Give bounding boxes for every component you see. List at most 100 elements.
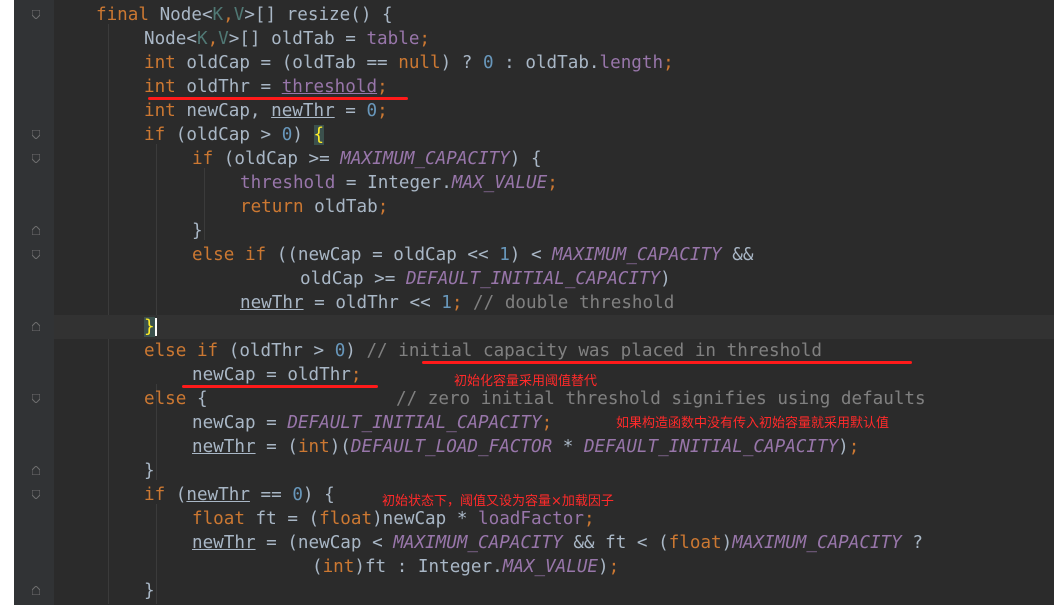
annotation-note: 如果构造函数中没有传入初始容量就采用默认值: [616, 416, 890, 431]
number: 1: [441, 293, 452, 313]
fold-marker-icon[interactable]: [32, 394, 40, 403]
variable: newThr: [192, 437, 256, 457]
type-parameter: V: [218, 29, 229, 49]
code-line[interactable]: }: [192, 219, 203, 243]
fold-end-icon[interactable]: [32, 586, 40, 595]
token: ;: [350, 365, 362, 385]
constant: DEFAULT_INITIAL_CAPACITY: [583, 437, 839, 457]
constant: MAXIMUM_CAPACITY: [340, 149, 510, 169]
code-line[interactable]: newCap = oldThr;: [192, 363, 361, 387]
token: (oldThr >: [218, 341, 335, 361]
token: ==: [249, 485, 293, 505]
keyword: int: [322, 557, 355, 577]
variable: newThr: [240, 293, 304, 313]
indent-guide: [156, 504, 157, 604]
variable: newThr: [271, 101, 335, 121]
code-line[interactable]: if (oldCap > 0) {: [144, 123, 325, 147]
token: ,: [207, 29, 219, 49]
token: oldTab: [303, 197, 378, 217]
constant: MAX_VALUE: [451, 173, 548, 193]
fold-end-icon[interactable]: [32, 322, 40, 331]
number: 0: [482, 53, 494, 73]
fold-marker-icon[interactable]: [32, 10, 40, 19]
code-line[interactable]: return oldTab;: [240, 195, 388, 219]
token: ;: [547, 173, 558, 193]
field-name: table: [366, 29, 420, 49]
code-line[interactable]: }: [144, 579, 155, 603]
constant: DEFAULT_INITIAL_CAPACITY: [405, 269, 661, 289]
token: ;: [377, 101, 388, 121]
token: = oldThr <<: [303, 293, 442, 313]
variable: newThr: [192, 533, 256, 553]
code-editor[interactable]: final Node<K,V>[] resize() { Node<K,V>[]…: [14, 0, 1054, 605]
number: 0: [281, 125, 293, 145]
token: newCap,: [175, 101, 272, 121]
keyword: int: [144, 101, 176, 121]
field-name: length: [599, 53, 664, 73]
constant: DEFAULT_INITIAL_CAPACITY: [287, 413, 542, 433]
code-line[interactable]: newThr = (newCap < MAXIMUM_CAPACITY && f…: [192, 531, 923, 555]
annotation-note: 初始化容量采用阈值替代: [454, 374, 598, 389]
code-line[interactable]: newCap = DEFAULT_INITIAL_CAPACITY;: [192, 411, 552, 435]
keyword: else: [192, 245, 235, 265]
field-name: threshold: [281, 77, 378, 97]
code-line[interactable]: else {: [144, 387, 208, 411]
fold-marker-icon[interactable]: [32, 130, 40, 139]
token: ;: [608, 557, 620, 577]
code-line[interactable]: int oldThr = threshold;: [144, 75, 388, 99]
fold-marker-icon[interactable]: [32, 250, 40, 259]
token: <: [186, 29, 197, 49]
constant: MAX_VALUE: [502, 557, 599, 577]
token: ) {: [302, 485, 335, 505]
code-line[interactable]: int oldCap = (oldTab == null) ? 0 : oldT…: [144, 51, 674, 75]
code-line[interactable]: oldCap >= DEFAULT_INITIAL_CAPACITY): [300, 267, 671, 291]
token: ;: [848, 437, 860, 457]
token: ,: [223, 5, 234, 25]
token: ft = (: [244, 509, 320, 529]
token: ((newCap = oldCap <<: [266, 245, 500, 265]
fold-end-icon[interactable]: [32, 466, 40, 475]
token: : oldTab.: [493, 53, 600, 73]
token: ) {: [509, 149, 542, 169]
keyword: if: [144, 485, 166, 505]
code-line[interactable]: (int)ft : Integer.MAX_VALUE);: [312, 555, 619, 579]
keyword: float: [192, 509, 245, 529]
code-line[interactable]: }: [144, 459, 155, 483]
token: ): [292, 125, 314, 145]
token: {: [186, 389, 208, 409]
field-name: loadFactor: [478, 509, 584, 529]
token: ;: [419, 29, 431, 49]
code-line[interactable]: newThr = (int)(DEFAULT_LOAD_FACTOR * DEF…: [192, 435, 859, 459]
keyword: return: [240, 197, 304, 217]
type-name: Node: [159, 5, 202, 25]
code-line[interactable]: else if (oldThr > 0) // initial capacity…: [144, 339, 822, 363]
code-line[interactable]: if (oldCap >= MAXIMUM_CAPACITY) {: [192, 147, 542, 171]
fold-marker-icon[interactable]: [32, 490, 40, 499]
token: oldCap >=: [300, 269, 406, 289]
comment: // zero initial threshold signifies usin…: [396, 389, 926, 409]
token: >: [228, 29, 240, 49]
annotation-note: 初始状态下，阈值又设为容量×加载因子: [382, 494, 614, 509]
code-line[interactable]: Node<K,V>[] oldTab = table;: [144, 27, 430, 51]
keyword: if: [244, 245, 267, 265]
fold-end-icon[interactable]: [32, 226, 40, 235]
code-line[interactable]: newThr = oldThr << 1; // double threshol…: [240, 291, 674, 315]
token: ): [660, 269, 671, 289]
token: ;: [451, 293, 463, 313]
code-line[interactable]: if (newThr == 0) {: [144, 483, 335, 507]
token: )(: [329, 437, 351, 457]
token: ;: [377, 197, 389, 217]
keyword: if: [192, 149, 214, 169]
code-line[interactable]: threshold = Integer.MAX_VALUE;: [240, 171, 558, 195]
code-line[interactable]: else if ((newCap = oldCap << 1) < MAXIMU…: [192, 243, 753, 267]
fold-marker-icon[interactable]: [32, 154, 40, 163]
token: [] resize() {: [254, 5, 393, 25]
code-line[interactable]: }: [144, 315, 157, 339]
code-line[interactable]: int newCap, newThr = 0;: [144, 99, 388, 123]
code-line[interactable]: float ft = (float)newCap * loadFactor;: [192, 507, 595, 531]
comment: // double threshold: [462, 293, 675, 313]
type-name: Node: [144, 29, 187, 49]
code-line[interactable]: final Node<K,V>[] resize() {: [96, 3, 393, 27]
field-name: threshold: [240, 173, 336, 193]
